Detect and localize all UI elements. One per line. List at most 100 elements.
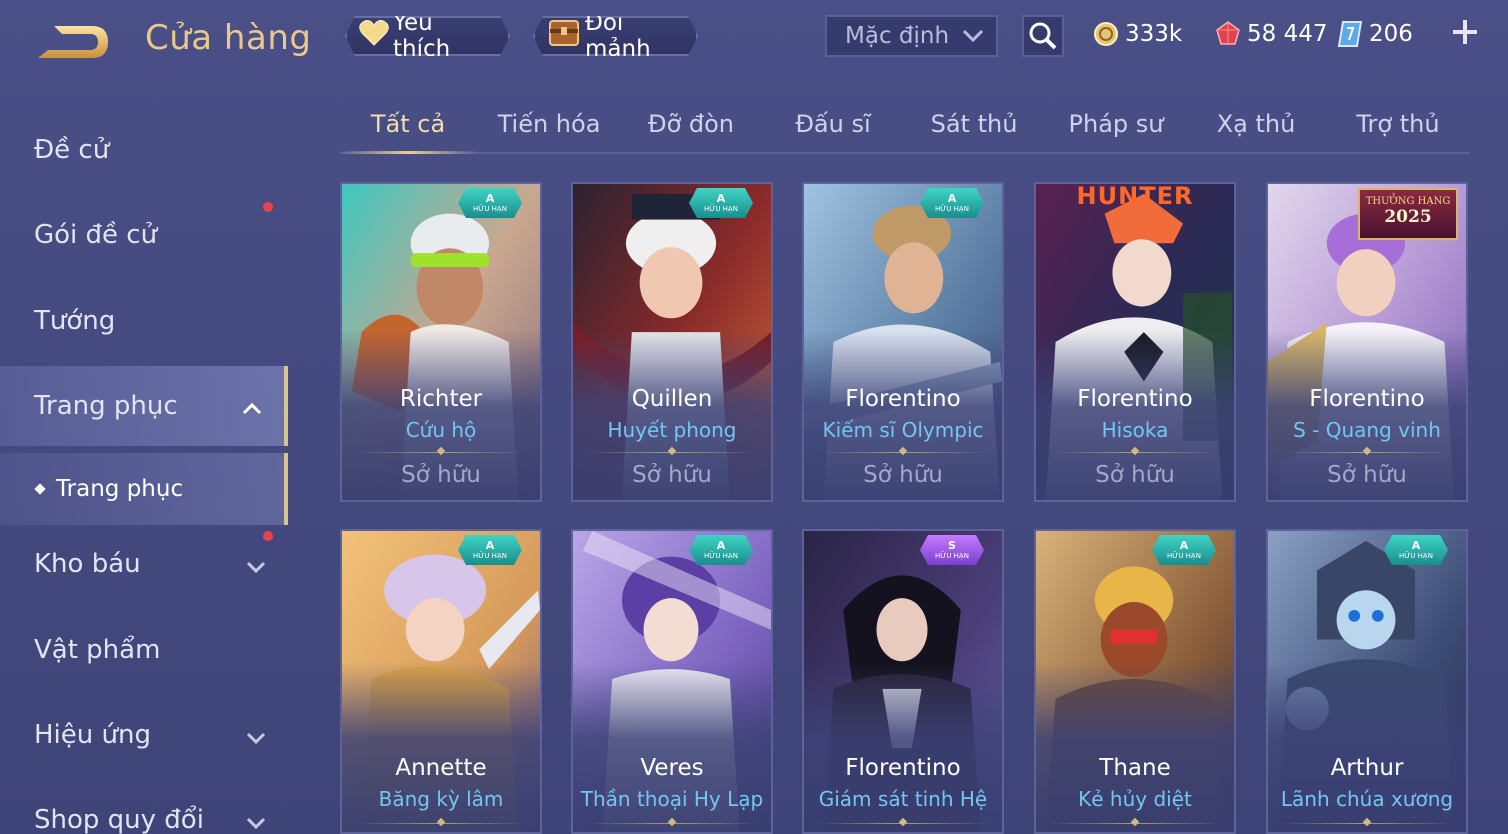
tab-mage[interactable]: Pháp sư bbox=[1069, 110, 1164, 138]
hero-name: Thane bbox=[1099, 755, 1171, 781]
page-title: Cửa hàng bbox=[145, 18, 312, 58]
add-currency-button[interactable] bbox=[1449, 16, 1481, 48]
owned-status: Sở hữu bbox=[863, 462, 943, 488]
tier-badge: A HỮU HẠN bbox=[1152, 535, 1216, 565]
diamond-bullet-icon bbox=[34, 483, 46, 495]
skin-name: Thần thoại Hy Lạp bbox=[580, 787, 764, 811]
sidebar-item-recommended[interactable]: Đề cử bbox=[0, 110, 288, 190]
card-divider bbox=[1050, 452, 1220, 453]
sidebar-item-label: Gói đề cử bbox=[34, 220, 158, 250]
ruby-balance: 58 447 bbox=[1215, 16, 1327, 52]
hero-name: Annette bbox=[395, 755, 487, 781]
tier-badge: A HỮU HẠN bbox=[458, 535, 522, 565]
owned-status: Sở hữu bbox=[1327, 462, 1407, 488]
owned-status: Sở hữu bbox=[401, 462, 481, 488]
skin-card[interactable]: A HỮU HẠN Richter Cứu hộ Sở hữu bbox=[340, 182, 542, 502]
skin-name: Hisoka bbox=[1101, 418, 1169, 442]
hero-name: Richter bbox=[399, 386, 483, 412]
tab-fighter[interactable]: Đấu sĩ bbox=[795, 110, 870, 138]
hero-name: Florentino bbox=[1309, 386, 1425, 412]
voucher-amount: 206 bbox=[1369, 21, 1413, 47]
tab-marksman[interactable]: Xạ thủ bbox=[1217, 110, 1296, 138]
skin-name: Kẻ hủy diệt bbox=[1078, 787, 1192, 811]
tier-badge: A HỮU HẠN bbox=[1384, 535, 1448, 565]
sidebar-item-exchange-shop[interactable]: Shop quy đổi bbox=[0, 780, 288, 834]
gold-coin-icon bbox=[1093, 21, 1119, 47]
active-tab-indicator bbox=[340, 151, 477, 154]
skin-card[interactable]: THƯỞNG HẠNG 2025 Florentino S - Quang vi… bbox=[1266, 182, 1468, 502]
skin-card[interactable]: A HỮU HẠN Quillen Huyết phong Sở hữu bbox=[571, 182, 773, 502]
tab-tank[interactable]: Đỡ đòn bbox=[648, 110, 734, 138]
hero-name: Florentino bbox=[845, 386, 961, 412]
chevron-down-icon bbox=[246, 725, 266, 745]
skin-name: Cứu hộ bbox=[405, 418, 477, 442]
card-divider bbox=[1282, 823, 1452, 824]
card-divider bbox=[1050, 823, 1220, 824]
skin-card[interactable]: S HỮU HẠN Florentino Giám sát tinh Hệ bbox=[802, 529, 1004, 834]
tier-badge: A HỮU HẠN bbox=[689, 188, 753, 218]
sort-dropdown[interactable]: Mặc định bbox=[825, 15, 998, 57]
ranked-reward-badge: THƯỞNG HẠNG 2025 bbox=[1358, 188, 1458, 240]
card-divider bbox=[587, 823, 757, 824]
tier-badge: S HỮU HẠN bbox=[920, 535, 984, 565]
sidebar-item-recommended-bundles[interactable]: Gói đề cử bbox=[0, 195, 288, 275]
treasure-chest-icon bbox=[547, 17, 581, 55]
exchange-fragments-button[interactable]: Đổi mảnh bbox=[533, 16, 698, 56]
skin-card[interactable]: A HỮU HẠN Thane Kẻ hủy diệt bbox=[1034, 529, 1236, 834]
skin-name: Lãnh chúa xương bbox=[1280, 787, 1454, 811]
notification-dot bbox=[263, 202, 273, 212]
chevron-down-icon bbox=[246, 810, 266, 830]
sidebar-item-items[interactable]: Vật phẩm bbox=[0, 610, 288, 690]
owned-status: Sở hữu bbox=[632, 462, 712, 488]
chevron-down-icon bbox=[246, 554, 266, 574]
sidebar-item-effects[interactable]: Hiệu ứng bbox=[0, 695, 288, 775]
hunter-logo: HUNTER bbox=[1076, 182, 1194, 210]
card-divider bbox=[356, 452, 526, 453]
exchange-label: Đổi mảnh bbox=[585, 10, 651, 62]
sidebar-item-label: Trang phục bbox=[34, 391, 178, 421]
sidebar-item-skins[interactable]: Trang phục bbox=[0, 366, 288, 446]
skin-card[interactable]: A HỮU HẠN Florentino Kiếm sĩ Olympic Sở h… bbox=[802, 182, 1004, 502]
card-divider bbox=[818, 823, 988, 824]
sidebar-item-treasure[interactable]: Kho báu bbox=[0, 524, 288, 604]
search-icon bbox=[1029, 22, 1057, 50]
back-arrow-icon bbox=[38, 26, 108, 58]
sidebar-item-label: Kho báu bbox=[34, 549, 141, 579]
card-divider bbox=[356, 823, 526, 824]
skin-card[interactable]: A HỮU HẠN Arthur Lãnh chúa xương bbox=[1266, 529, 1468, 834]
search-button[interactable] bbox=[1022, 15, 1064, 57]
tier-badge: A HỮU HẠN bbox=[920, 188, 984, 218]
skin-card[interactable]: HUNTER Florentino Hisoka Sở hữu bbox=[1034, 182, 1236, 502]
sidebar-item-label: Tướng bbox=[34, 306, 116, 336]
back-button[interactable] bbox=[34, 20, 114, 64]
sidebar-item-heroes[interactable]: Tướng bbox=[0, 281, 288, 361]
favorite-button[interactable]: Yêu thích bbox=[345, 16, 510, 56]
hero-name: Florentino bbox=[845, 755, 961, 781]
sidebar: Đề cử Gói đề cử Tướng Trang phục Trang p… bbox=[0, 100, 288, 834]
chevron-down-icon bbox=[962, 23, 984, 49]
favorite-label: Yêu thích bbox=[393, 10, 451, 62]
skin-card[interactable]: A HỮU HẠN Veres Thần thoại Hy Lạp bbox=[571, 529, 773, 834]
tab-support[interactable]: Trợ thủ bbox=[1356, 110, 1439, 138]
owned-status: Sở hữu bbox=[1095, 462, 1175, 488]
hero-name: Arthur bbox=[1330, 755, 1404, 781]
ruby-amount: 58 447 bbox=[1247, 21, 1328, 47]
sidebar-item-label: Đề cử bbox=[34, 135, 110, 165]
tab-assassin[interactable]: Sát thủ bbox=[931, 110, 1018, 138]
sidebar-subitem-skins[interactable]: Trang phục bbox=[0, 453, 288, 525]
voucher-balance: 206 bbox=[1337, 16, 1413, 52]
skin-card[interactable]: A HỮU HẠN Annette Băng kỳ lâm bbox=[340, 529, 542, 834]
skin-name: Giám sát tinh Hệ bbox=[818, 787, 988, 811]
tab-all[interactable]: Tất cả bbox=[371, 110, 445, 138]
tier-badge: A HỮU HẠN bbox=[458, 188, 522, 218]
hero-name: Quillen bbox=[631, 386, 713, 412]
tab-evolution[interactable]: Tiến hóa bbox=[498, 110, 601, 138]
notification-dot bbox=[263, 531, 273, 541]
gold-amount: 333k bbox=[1125, 21, 1183, 47]
gold-balance: 333k bbox=[1093, 16, 1182, 52]
hero-name: Florentino bbox=[1077, 386, 1193, 412]
sidebar-item-label: Shop quy đổi bbox=[34, 805, 204, 834]
tier-badge: A HỮU HẠN bbox=[689, 535, 753, 565]
skin-name: S - Quang vinh bbox=[1293, 418, 1441, 442]
skin-name: Kiếm sĩ Olympic bbox=[822, 418, 984, 442]
